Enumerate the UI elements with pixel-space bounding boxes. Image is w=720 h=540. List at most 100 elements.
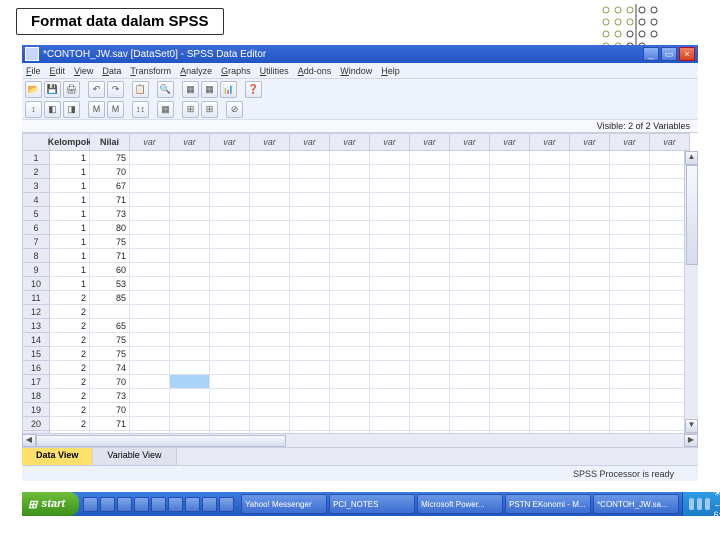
cell[interactable] — [450, 305, 490, 319]
menu-window[interactable]: Window — [340, 66, 372, 76]
cell[interactable] — [330, 375, 370, 389]
cell[interactable] — [290, 319, 330, 333]
column-header-empty[interactable]: var — [410, 133, 450, 151]
cell[interactable] — [250, 417, 290, 431]
cell[interactable] — [130, 333, 170, 347]
cell[interactable] — [170, 165, 210, 179]
cell[interactable] — [410, 305, 450, 319]
row-header[interactable]: 15 — [22, 347, 50, 361]
toolbar-button[interactable]: 🖨 — [63, 81, 80, 98]
cell[interactable]: 71 — [90, 417, 130, 431]
cell[interactable] — [210, 431, 250, 433]
cell[interactable] — [370, 361, 410, 375]
cell[interactable]: 1 — [50, 235, 90, 249]
cell[interactable] — [490, 151, 530, 165]
cell[interactable] — [290, 221, 330, 235]
quick-launch-icon[interactable] — [83, 497, 98, 512]
cell[interactable] — [490, 333, 530, 347]
cell[interactable] — [210, 179, 250, 193]
cell[interactable] — [530, 249, 570, 263]
cell[interactable] — [410, 277, 450, 291]
cell[interactable] — [370, 221, 410, 235]
cell[interactable] — [330, 249, 370, 263]
cell[interactable] — [210, 207, 250, 221]
row-header[interactable]: 11 — [22, 291, 50, 305]
toolbar-button[interactable]: ↶ — [88, 81, 105, 98]
cell[interactable] — [530, 319, 570, 333]
cell[interactable] — [170, 375, 210, 389]
cell[interactable] — [530, 151, 570, 165]
cell[interactable] — [490, 347, 530, 361]
cell[interactable]: 2 — [50, 403, 90, 417]
cell[interactable]: 1 — [50, 207, 90, 221]
cell[interactable] — [410, 333, 450, 347]
cell[interactable] — [450, 375, 490, 389]
cell[interactable] — [130, 193, 170, 207]
cell[interactable]: 2 — [50, 389, 90, 403]
cell[interactable] — [570, 403, 610, 417]
cell[interactable] — [410, 361, 450, 375]
cell[interactable] — [370, 389, 410, 403]
cell[interactable] — [250, 319, 290, 333]
toolbar-button[interactable]: ◧ — [44, 101, 61, 118]
cell[interactable] — [90, 431, 130, 433]
cell[interactable] — [610, 361, 650, 375]
toolbar-button[interactable]: ⊞ — [182, 101, 199, 118]
scroll-up-icon[interactable]: ▲ — [685, 151, 698, 165]
cell[interactable] — [170, 403, 210, 417]
cell[interactable] — [490, 165, 530, 179]
cell[interactable] — [130, 263, 170, 277]
cell[interactable] — [370, 249, 410, 263]
cell[interactable] — [490, 417, 530, 431]
cell[interactable] — [370, 305, 410, 319]
cell[interactable] — [330, 403, 370, 417]
cell[interactable] — [530, 179, 570, 193]
cell[interactable] — [330, 389, 370, 403]
cell[interactable] — [290, 179, 330, 193]
cell[interactable] — [450, 249, 490, 263]
titlebar[interactable]: *CONTOH_JW.sav [DataSet0] - SPSS Data Ed… — [22, 45, 698, 63]
cell[interactable] — [130, 319, 170, 333]
row-header[interactable]: 7 — [22, 235, 50, 249]
scroll-down-icon[interactable]: ▼ — [685, 419, 698, 433]
menu-graphs[interactable]: Graphs — [221, 66, 251, 76]
cell[interactable]: 2 — [50, 319, 90, 333]
cell[interactable] — [130, 221, 170, 235]
cell[interactable] — [370, 375, 410, 389]
cell[interactable] — [290, 193, 330, 207]
cell[interactable] — [250, 431, 290, 433]
cell[interactable]: 71 — [90, 193, 130, 207]
cell[interactable]: 1 — [50, 193, 90, 207]
cell[interactable] — [530, 403, 570, 417]
row-header[interactable]: 18 — [22, 389, 50, 403]
cell[interactable] — [570, 221, 610, 235]
cell[interactable] — [570, 235, 610, 249]
cell[interactable] — [330, 333, 370, 347]
cell[interactable] — [410, 291, 450, 305]
windows-taskbar[interactable]: ⊞ start Yahoo! MessengerPCI_NOTESMicroso… — [22, 492, 698, 516]
row-header[interactable]: 9 — [22, 263, 50, 277]
cell[interactable] — [530, 235, 570, 249]
cell[interactable] — [250, 221, 290, 235]
cell[interactable] — [290, 389, 330, 403]
maximize-button[interactable]: ▭ — [661, 47, 677, 61]
cell[interactable] — [130, 389, 170, 403]
cell[interactable]: 60 — [90, 263, 130, 277]
cell[interactable] — [170, 221, 210, 235]
cell[interactable] — [570, 361, 610, 375]
toolbar-button[interactable]: 📋 — [132, 81, 149, 98]
start-button[interactable]: ⊞ start — [22, 492, 79, 516]
cell[interactable] — [610, 249, 650, 263]
cell[interactable] — [570, 347, 610, 361]
cell[interactable] — [570, 375, 610, 389]
cell[interactable]: 2 — [50, 417, 90, 431]
row-header[interactable]: 6 — [22, 221, 50, 235]
cell[interactable] — [330, 347, 370, 361]
cell[interactable]: 2 — [50, 333, 90, 347]
cell[interactable] — [410, 403, 450, 417]
cell[interactable] — [570, 151, 610, 165]
cell[interactable] — [610, 221, 650, 235]
toolbar-button[interactable]: ▦ — [157, 101, 174, 118]
cell[interactable] — [170, 361, 210, 375]
cell[interactable] — [250, 375, 290, 389]
